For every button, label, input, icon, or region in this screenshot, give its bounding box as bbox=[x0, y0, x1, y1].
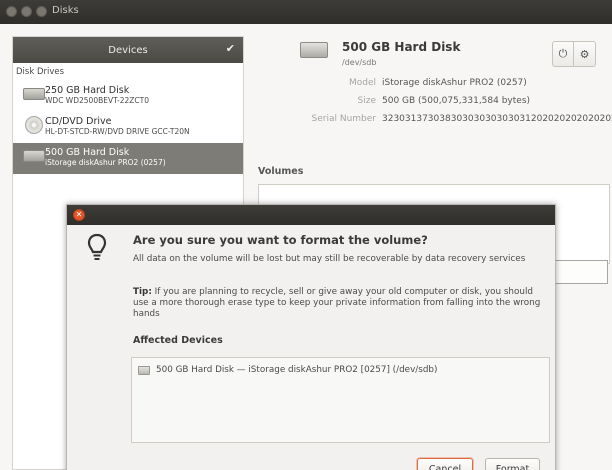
model-label: Model bbox=[348, 78, 376, 88]
format-confirm-dialog: ✕ Are you sure you want to format the vo… bbox=[66, 204, 556, 470]
serial-value: 3230313730383030303030303120202020202020… bbox=[382, 114, 612, 124]
window-titlebar: Disks bbox=[0, 0, 612, 24]
hard-disk-icon bbox=[23, 88, 45, 102]
drive-name: 500 GB Hard Disk bbox=[45, 147, 130, 158]
disk-title: 500 GB Hard Disk bbox=[342, 40, 461, 54]
power-icon: ⏻ bbox=[558, 47, 568, 60]
affected-devices-list: 500 GB Hard Disk — iStorage diskAshur PR… bbox=[131, 357, 550, 443]
window-maximize-button[interactable] bbox=[36, 6, 47, 17]
dialog-close-button[interactable]: ✕ bbox=[73, 209, 85, 221]
volumes-label: Volumes bbox=[258, 166, 304, 177]
size-label: Size bbox=[357, 96, 376, 106]
window-title: Disks bbox=[52, 5, 79, 16]
checkmark-icon: ✔ bbox=[225, 42, 235, 55]
size-row: Size 500 GB (500,075,331,584 bytes) bbox=[256, 96, 612, 110]
disk-actions: ⏻ ⚙ bbox=[552, 41, 596, 67]
disk-drives-section-label: Disk Drives bbox=[16, 67, 65, 77]
devices-header-label: Devices bbox=[108, 44, 148, 56]
window-close-button[interactable] bbox=[6, 6, 17, 17]
power-off-button[interactable]: ⏻ bbox=[552, 41, 574, 67]
drive-model: HL-DT-STCD-RW/DVD DRIVE GCC-T20N bbox=[45, 127, 190, 136]
usb-disk-icon bbox=[23, 150, 45, 164]
serial-row: Serial Number 32303137303830303030303031… bbox=[256, 114, 612, 128]
drive-name: 250 GB Hard Disk bbox=[45, 85, 130, 96]
size-value: 500 GB (500,075,331,584 bytes) bbox=[382, 96, 531, 106]
cancel-button[interactable]: Cancel bbox=[417, 458, 473, 470]
drive-model: WDC WD2500BEVT-22ZCT0 bbox=[45, 96, 149, 105]
dialog-titlebar: ✕ bbox=[67, 205, 555, 225]
tip-label: Tip: bbox=[133, 287, 152, 297]
format-button[interactable]: Format bbox=[485, 458, 540, 470]
dialog-heading: Are you sure you want to format the volu… bbox=[133, 233, 428, 247]
model-value: iStorage diskAshur PRO2 (0257) bbox=[382, 78, 527, 88]
optical-drive-icon bbox=[23, 116, 45, 134]
window-controls bbox=[6, 6, 47, 17]
sidebar-item-250gb-disk[interactable]: 250 GB Hard Disk WDC WD2500BEVT-22ZCT0 bbox=[13, 81, 243, 112]
drive-name: CD/DVD Drive bbox=[45, 116, 112, 127]
disk-path: /dev/sdb bbox=[342, 58, 377, 67]
serial-label: Serial Number bbox=[311, 114, 376, 124]
gear-icon: ⚙ bbox=[579, 47, 590, 61]
sidebar-item-500gb-disk[interactable]: 500 GB Hard Disk iStorage diskAshur PRO2… bbox=[13, 143, 243, 174]
window-minimize-button[interactable] bbox=[21, 6, 32, 17]
lightbulb-icon bbox=[87, 233, 107, 260]
dialog-body-text: All data on the volume will be lost but … bbox=[133, 254, 526, 264]
disks-window: Devices ✔ Disk Drives 250 GB Hard Disk W… bbox=[0, 24, 612, 470]
sidebar-item-cd-dvd-drive[interactable]: CD/DVD Drive HL-DT-STCD-RW/DVD DRIVE GCC… bbox=[13, 112, 243, 143]
hard-disk-icon bbox=[138, 366, 150, 375]
drive-model: iStorage diskAshur PRO2 (0257) bbox=[45, 158, 166, 167]
affected-device-item: 500 GB Hard Disk — iStorage diskAshur PR… bbox=[156, 365, 438, 375]
disk-menu-button[interactable]: ⚙ bbox=[574, 41, 596, 67]
devices-header[interactable]: Devices ✔ bbox=[13, 37, 243, 63]
model-row: Model iStorage diskAshur PRO2 (0257) bbox=[256, 78, 612, 92]
dialog-tip: Tip: If you are planning to recycle, sel… bbox=[133, 287, 551, 320]
affected-devices-heading: Affected Devices bbox=[133, 335, 223, 346]
usb-disk-icon bbox=[300, 42, 328, 58]
tip-text: If you are planning to recycle, sell or … bbox=[133, 287, 541, 319]
